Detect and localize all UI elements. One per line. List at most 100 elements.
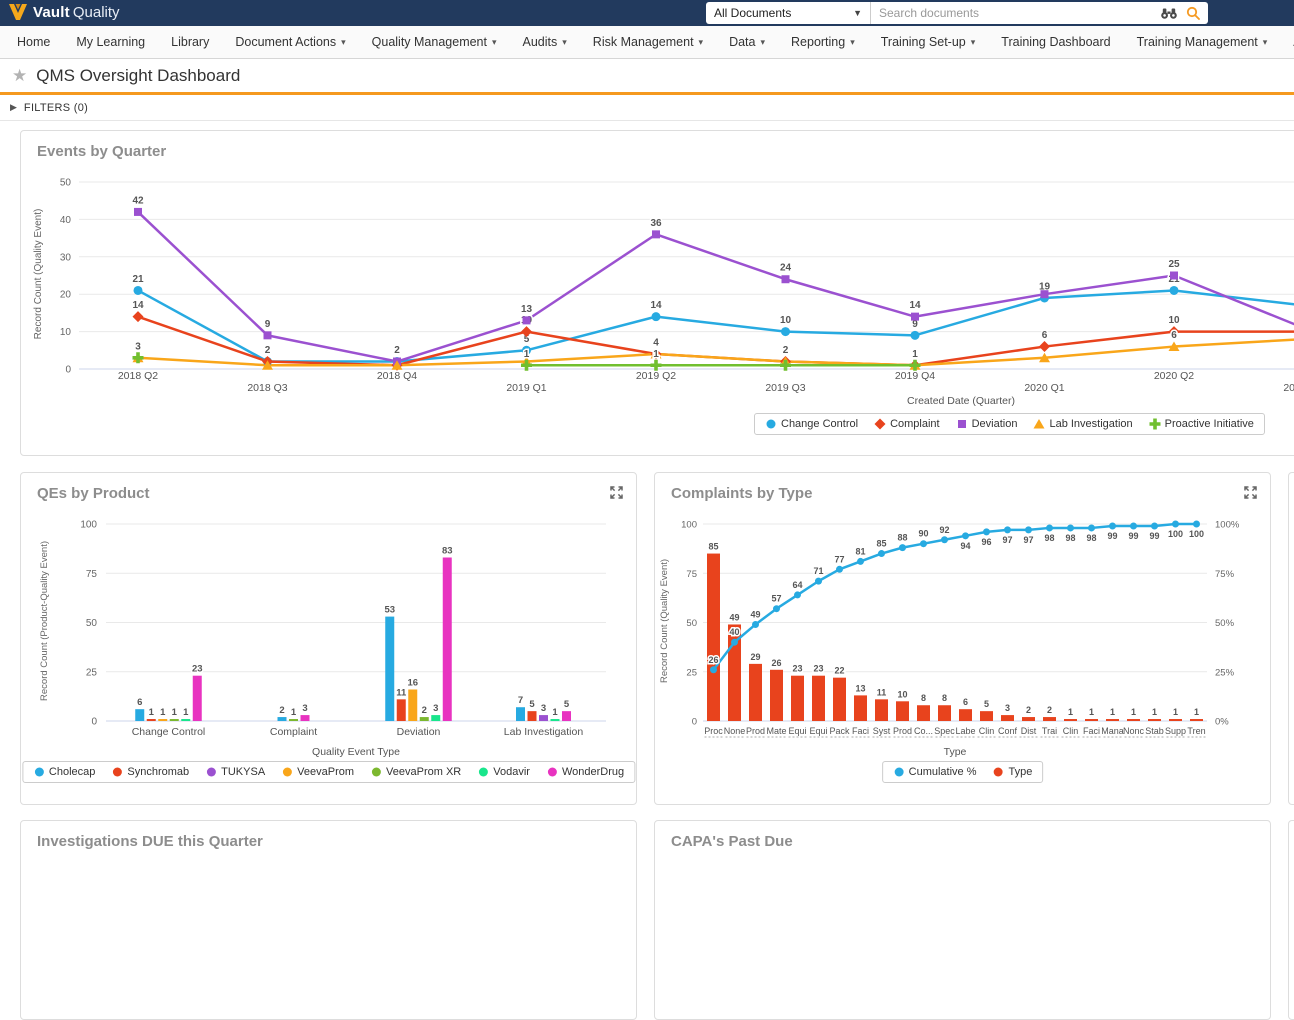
svg-text:21: 21 (132, 274, 144, 285)
expand-icon[interactable] (1243, 485, 1258, 500)
primary-nav: HomeMy LearningLibraryDocument Actions▾Q… (0, 26, 1294, 59)
svg-text:8: 8 (921, 693, 926, 703)
svg-text:0: 0 (91, 717, 97, 728)
svg-text:1: 1 (1110, 707, 1115, 717)
svg-text:Change Control: Change Control (132, 726, 206, 738)
chevron-down-icon: ▾ (1263, 37, 1268, 48)
svg-text:25%: 25% (1215, 667, 1235, 678)
svg-text:2018 Q4: 2018 Q4 (377, 370, 417, 382)
svg-text:Faci: Faci (852, 726, 869, 736)
legend-item-vodavir[interactable]: Vodavir (477, 766, 530, 778)
svg-text:30: 30 (60, 252, 72, 263)
panel-title: Investigations DUE this Quarter (37, 833, 263, 850)
legend-item-cumulative-[interactable]: Cumulative % (893, 766, 977, 778)
global-search: All Documents ▼ (706, 2, 1208, 24)
svg-text:98: 98 (1065, 533, 1075, 543)
top-app-bar: Vault Quality All Documents ▼ (0, 0, 1294, 26)
search-icon[interactable] (1186, 6, 1200, 20)
search-scope-selector[interactable]: All Documents ▼ (706, 2, 870, 24)
svg-text:None: None (724, 726, 746, 736)
chevron-down-icon: ▾ (850, 37, 855, 48)
svg-text:6: 6 (1042, 330, 1048, 341)
filters-bar[interactable]: ▶ FILTERS (0) (0, 95, 1294, 121)
circle-marker-icon (111, 766, 123, 778)
svg-text:20: 20 (60, 290, 72, 301)
svg-text:Prod: Prod (746, 726, 765, 736)
nav-item-training-dashboard[interactable]: Training Dashboard (988, 26, 1123, 58)
legend-item-deviation[interactable]: Deviation (956, 418, 1018, 430)
svg-text:3: 3 (302, 703, 307, 714)
circle-marker-icon (765, 418, 777, 430)
svg-text:6: 6 (963, 697, 968, 707)
legend-item-veevaprom-xr[interactable]: VeevaProm XR (370, 766, 461, 778)
svg-text:25: 25 (1168, 259, 1180, 270)
nav-item-my-learning[interactable]: My Learning (63, 26, 158, 58)
circle-marker-icon (205, 766, 217, 778)
svg-text:1: 1 (1194, 707, 1199, 717)
svg-text:Labe: Labe (955, 726, 975, 736)
svg-text:Trai: Trai (1042, 726, 1057, 736)
nav-item-quality-management[interactable]: Quality Management▾ (359, 26, 510, 58)
nav-item-data[interactable]: Data▾ (716, 26, 778, 58)
svg-text:50%: 50% (1215, 618, 1235, 629)
legend-label: Deviation (972, 418, 1018, 430)
nav-item-library[interactable]: Library (158, 26, 222, 58)
legend-item-veevaprom[interactable]: VeevaProm (281, 766, 354, 778)
svg-text:100%: 100% (1215, 520, 1240, 531)
svg-text:81: 81 (855, 546, 865, 556)
nav-item-archive[interactable]: Archive (1280, 26, 1294, 58)
qes-by-product-chart: 0255075100Record Count (Product-Quality … (21, 503, 621, 761)
binoculars-icon[interactable] (1160, 6, 1178, 20)
svg-text:Pack: Pack (829, 726, 850, 736)
nav-item-risk-management[interactable]: Risk Management▾ (580, 26, 716, 58)
svg-text:100: 100 (80, 520, 97, 531)
svg-text:23: 23 (792, 664, 802, 674)
legend-item-complaint[interactable]: Complaint (874, 418, 940, 430)
svg-text:2020 Q2: 2020 Q2 (1154, 370, 1194, 382)
svg-text:6: 6 (1171, 330, 1177, 341)
legend-item-wonderdrug[interactable]: WonderDrug (546, 766, 624, 778)
nav-item-reporting[interactable]: Reporting▾ (778, 26, 868, 58)
svg-text:2018 Q3: 2018 Q3 (247, 382, 287, 394)
legend-item-lab-investigation[interactable]: Lab Investigation (1033, 418, 1132, 430)
svg-text:23: 23 (813, 664, 823, 674)
nav-item-document-actions[interactable]: Document Actions▾ (222, 26, 358, 58)
search-scope-value: All Documents (714, 6, 853, 20)
svg-text:2: 2 (279, 705, 284, 716)
legend-item-cholecap[interactable]: Cholecap (33, 766, 95, 778)
expand-icon[interactable] (609, 485, 624, 500)
legend-label: Lab Investigation (1049, 418, 1132, 430)
chevron-down-icon: ▾ (492, 37, 497, 48)
legend-item-synchromab[interactable]: Synchromab (111, 766, 189, 778)
svg-text:16: 16 (407, 677, 418, 688)
vault-logo[interactable]: Vault Quality (8, 3, 120, 21)
svg-text:97: 97 (1002, 535, 1012, 545)
svg-text:99: 99 (1149, 531, 1159, 541)
svg-text:14: 14 (132, 300, 144, 311)
chevron-down-icon: ▾ (341, 37, 346, 48)
legend-label: Cumulative % (909, 766, 977, 778)
svg-text:1: 1 (183, 707, 189, 718)
svg-text:1: 1 (291, 707, 297, 718)
qes-by-product-panel: QEs by Product 0255075100Record Count (P… (20, 472, 637, 805)
diamond-marker-icon (874, 418, 886, 430)
nav-item-training-set-up[interactable]: Training Set-up▾ (868, 26, 989, 58)
nav-item-training-management[interactable]: Training Management▾ (1124, 26, 1281, 58)
svg-text:Equi: Equi (788, 726, 806, 736)
legend-item-type[interactable]: Type (993, 766, 1033, 778)
svg-text:11: 11 (877, 687, 887, 697)
legend-item-proactive-initiative[interactable]: Proactive Initiative (1149, 418, 1254, 430)
nav-item-audits[interactable]: Audits▾ (510, 26, 580, 58)
svg-text:10: 10 (780, 315, 792, 326)
favorite-star-icon[interactable]: ★ (12, 66, 27, 86)
nav-item-home[interactable]: Home (4, 26, 63, 58)
svg-text:77: 77 (834, 554, 844, 564)
svg-text:1: 1 (1068, 707, 1073, 717)
svg-text:75: 75 (86, 569, 98, 580)
svg-text:2: 2 (1026, 705, 1031, 715)
investigations-due-panel: Investigations DUE this Quarter (20, 820, 637, 1020)
svg-text:2: 2 (394, 345, 400, 356)
search-input[interactable] (871, 6, 1160, 20)
legend-item-change-control[interactable]: Change Control (765, 418, 858, 430)
legend-item-tukysa[interactable]: TUKYSA (205, 766, 265, 778)
